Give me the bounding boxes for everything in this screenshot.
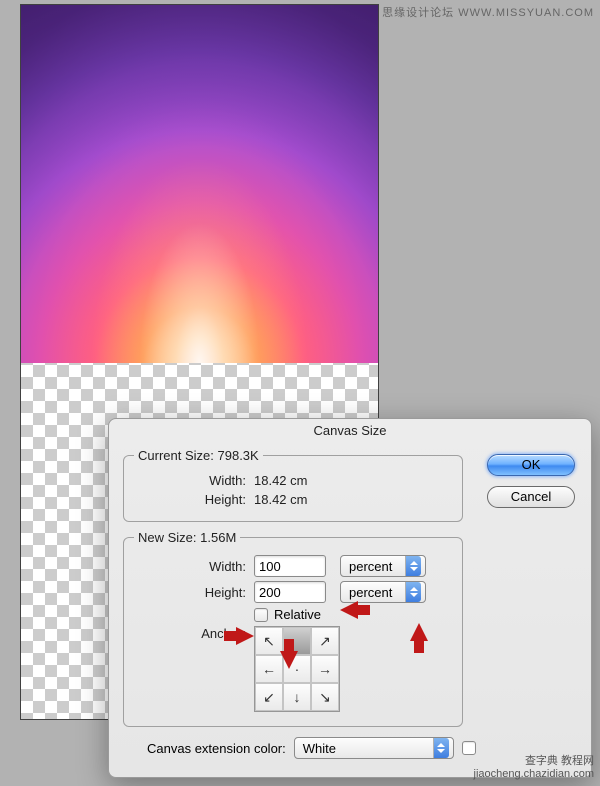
stepper-icon [405, 556, 421, 576]
height-unit-select[interactable]: percent [340, 581, 426, 603]
anchor-sw[interactable]: ↙ [255, 683, 283, 711]
relative-checkbox[interactable] [254, 608, 268, 622]
current-height-value: 18.42 cm [254, 492, 307, 507]
annotation-arrow-height [340, 601, 358, 619]
anchor-w[interactable]: ← [255, 655, 283, 683]
current-size-legend: Current Size: 798.3K [134, 448, 263, 463]
current-width-label: Width: [134, 473, 254, 488]
cancel-button[interactable]: Cancel [487, 486, 575, 508]
current-size-group: Current Size: 798.3K Width: 18.42 cm Hei… [123, 448, 463, 522]
extension-color-value: White [303, 741, 336, 756]
annotation-arrow-relative [236, 627, 254, 645]
new-height-label: Height: [134, 585, 254, 600]
anchor-grid[interactable]: ↖ ↗ ← · → ↙ ↓ ↘ [254, 626, 340, 712]
extension-color-select[interactable]: White [294, 737, 454, 759]
extension-label: Canvas extension color: [147, 741, 286, 756]
ok-button[interactable]: OK [487, 454, 575, 476]
anchor-e[interactable]: → [311, 655, 339, 683]
height-input[interactable] [254, 581, 326, 603]
stepper-icon [433, 738, 449, 758]
width-input[interactable] [254, 555, 326, 577]
new-size-legend: New Size: 1.56M [134, 530, 240, 545]
stepper-icon [405, 582, 421, 602]
current-width-value: 18.42 cm [254, 473, 307, 488]
height-unit-value: percent [349, 585, 392, 600]
annotation-arrow-unit [410, 623, 428, 641]
watermark-bottom: 查字典 教程网 jiaocheng.chazidian.com [474, 752, 594, 780]
new-size-group: New Size: 1.56M Width: percent Height: p… [123, 530, 463, 727]
canvas-size-dialog: Canvas Size OK Cancel Current Size: 798.… [108, 418, 592, 778]
width-unit-value: percent [349, 559, 392, 574]
annotation-arrow-anchor [280, 651, 298, 669]
current-height-label: Height: [134, 492, 254, 507]
anchor-se[interactable]: ↘ [311, 683, 339, 711]
anchor-nw[interactable]: ↖ [255, 627, 283, 655]
anchor-ne[interactable]: ↗ [311, 627, 339, 655]
image-layer [21, 5, 378, 363]
relative-label: Relative [274, 607, 321, 622]
watermark-top: 思缘设计论坛 WWW.MISSYUAN.COM [382, 4, 594, 20]
dialog-title: Canvas Size [109, 419, 591, 444]
anchor-s[interactable]: ↓ [283, 683, 311, 711]
width-unit-select[interactable]: percent [340, 555, 426, 577]
new-width-label: Width: [134, 559, 254, 574]
